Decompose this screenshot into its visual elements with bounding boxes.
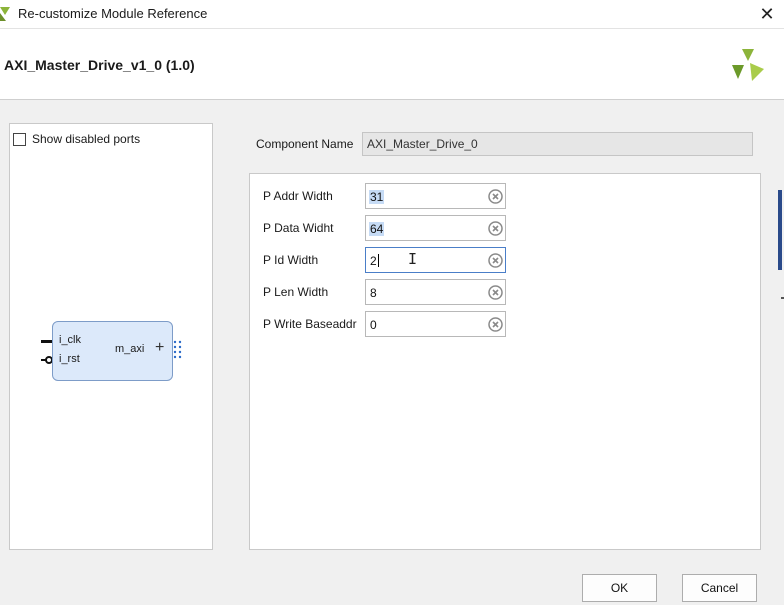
parameters-panel: P Addr Width 31 P Data Widht 64 P Id Wid… <box>249 173 761 550</box>
param-value: 31 <box>369 190 385 204</box>
param-label: P Data Widht <box>263 221 334 235</box>
clear-icon[interactable] <box>488 285 503 300</box>
data-width-input[interactable]: 64 <box>365 215 506 241</box>
component-name-label: Component Name <box>256 137 354 151</box>
param-label: P Addr Width <box>263 189 333 203</box>
component-name-field[interactable]: AXI_Master_Drive_0 <box>362 132 753 156</box>
close-icon[interactable]: ✕ <box>757 4 777 24</box>
id-width-input[interactable]: 2 <box>365 247 506 273</box>
block-diagram-panel: Show disabled ports i_clk i_rst m_axi + <box>9 123 213 550</box>
param-row-id-width: P Id Width 2 <box>250 247 760 273</box>
xilinx-logo <box>732 49 764 81</box>
port-i-rst: i_rst <box>59 353 80 365</box>
show-disabled-ports-label: Show disabled ports <box>32 132 141 146</box>
module-title: AXI_Master_Drive_v1_0 (1.0) <box>4 57 195 73</box>
ok-button[interactable]: OK <box>582 574 657 602</box>
clk-pin <box>41 340 52 343</box>
bus-interface-icon <box>173 340 182 359</box>
text-caret <box>377 254 379 267</box>
cancel-button[interactable]: Cancel <box>682 574 757 602</box>
title-bar: Re-customize Module Reference ✕ <box>0 0 784 28</box>
clear-icon[interactable] <box>488 317 503 332</box>
param-value: 8 <box>370 286 377 300</box>
param-row-addr-width: P Addr Width 31 <box>250 183 760 209</box>
plus-icon[interactable]: + <box>155 340 164 356</box>
show-disabled-ports-checkbox[interactable] <box>13 133 26 146</box>
param-value: 2 <box>370 254 379 268</box>
text-cursor-icon: I <box>408 250 418 268</box>
clear-icon[interactable] <box>488 189 503 204</box>
write-baseaddr-input[interactable]: 0 <box>365 311 506 337</box>
param-row-write-baseaddr: P Write Baseaddr 0 <box>250 311 760 337</box>
param-label: P Write Baseaddr <box>263 317 357 331</box>
len-width-input[interactable]: 8 <box>365 279 506 305</box>
param-label: P Id Width <box>263 253 319 267</box>
background-window-edge <box>778 190 782 270</box>
app-icon <box>0 7 10 21</box>
param-row-len-width: P Len Width 8 <box>250 279 760 305</box>
param-label: P Len Width <box>263 285 329 299</box>
header: AXI_Master_Drive_v1_0 (1.0) <box>0 28 784 100</box>
port-i-clk: i_clk <box>59 334 82 346</box>
clear-icon[interactable] <box>488 221 503 236</box>
param-row-data-width: P Data Widht 64 <box>250 215 760 241</box>
addr-width-input[interactable]: 31 <box>365 183 506 209</box>
port-m-axi: m_axi <box>115 343 145 355</box>
param-value: 0 <box>370 318 377 332</box>
param-value: 64 <box>369 222 385 236</box>
window-title: Re-customize Module Reference <box>18 6 208 21</box>
clear-icon[interactable] <box>488 253 503 268</box>
